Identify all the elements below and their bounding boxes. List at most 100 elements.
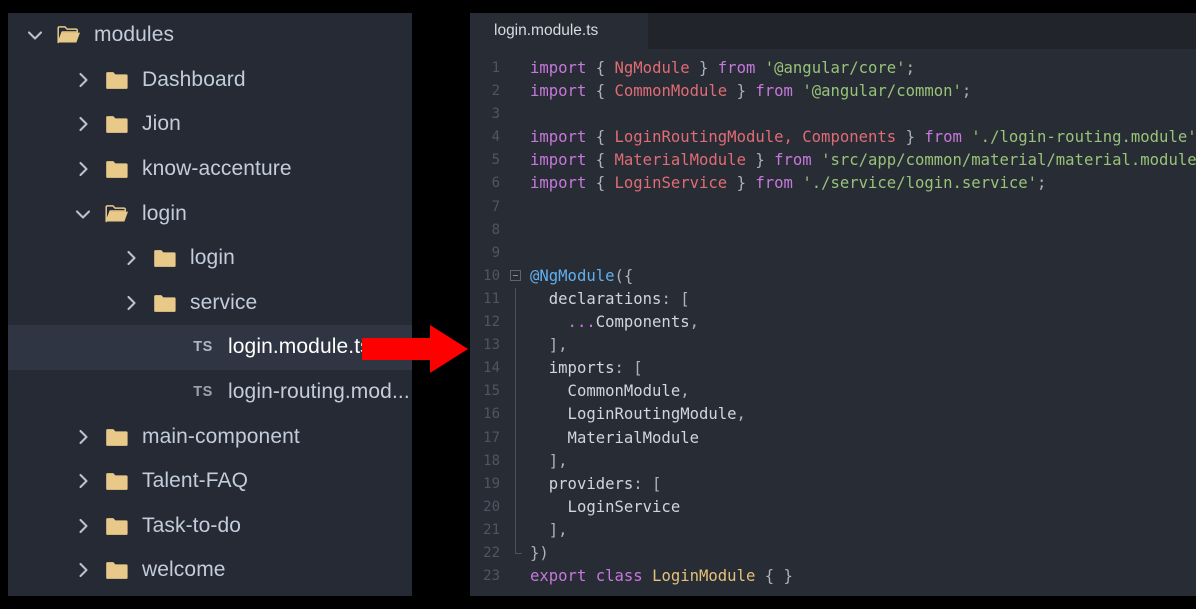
code-token: { [595, 151, 606, 170]
folder-closed-icon [104, 111, 130, 137]
code-line[interactable]: 13 ], [470, 334, 1196, 358]
code-line[interactable]: 18 ], [470, 449, 1196, 473]
code-fold-gutter [508, 565, 524, 588]
code-line[interactable]: 15 CommonModule, [470, 380, 1196, 404]
code-token: LoginService [530, 497, 681, 516]
folder-closed-icon [104, 156, 130, 182]
chevron-right-icon[interactable] [70, 557, 96, 583]
code-token: ({ [614, 266, 634, 285]
chevron-right-icon[interactable] [118, 245, 144, 271]
file-tree-item-folder[interactable]: main-component [8, 414, 412, 459]
code-line[interactable]: 14 imports: [ [470, 357, 1196, 381]
file-tree-item-file[interactable]: TS login.module.ts [8, 325, 412, 370]
code-line[interactable]: 19 providers: [ [470, 472, 1196, 496]
code-fold-gutter [508, 149, 524, 172]
folder-closed-icon [104, 67, 130, 93]
code-line[interactable]: 23 export class LoginModule { } [470, 565, 1196, 588]
line-number: 12 [483, 314, 500, 331]
chevron-down-icon[interactable] [22, 22, 48, 48]
chevron-right-icon[interactable] [70, 468, 96, 494]
code-line[interactable]: 9 [470, 242, 1196, 265]
code-fold-gutter [508, 172, 524, 195]
code-line[interactable]: 11 declarations: [ [470, 287, 1196, 312]
code-line[interactable]: 21 ], [470, 518, 1196, 542]
chevron-right-icon[interactable] [70, 111, 96, 137]
code-token: { [595, 174, 606, 193]
code-line[interactable]: 16 LoginRoutingModule, [470, 403, 1196, 427]
code-line[interactable]: 5 import { MaterialModule } from 'src/app… [470, 149, 1196, 172]
code-line[interactable]: 8 [470, 219, 1196, 242]
code-line-text: import { CommonModule } from '@angular/c… [524, 80, 971, 103]
file-tree-item-label: login-routing.mod... [228, 380, 410, 404]
code-content-area[interactable]: 1 import { NgModule } from '@angular/core… [470, 49, 1196, 596]
code-line-text: LoginService [524, 496, 681, 519]
folder-closed-icon [104, 468, 130, 494]
file-tree-item-folder[interactable]: modules [8, 13, 412, 58]
code-line[interactable]: 4 import { LoginRoutingModule, Components… [470, 126, 1196, 149]
code-token: Components [595, 313, 690, 332]
chevron-right-icon[interactable] [118, 290, 144, 316]
code-line[interactable]: 7 [470, 196, 1196, 219]
code-fold-gutter [508, 126, 524, 149]
code-line[interactable]: 3 [470, 103, 1196, 126]
file-tree-item-folder[interactable]: service [8, 281, 412, 326]
code-token: import [530, 59, 587, 77]
code-line[interactable]: 22}) [470, 541, 1196, 565]
code-token: imports [530, 359, 615, 378]
typescript-file-icon: TS [193, 384, 213, 401]
code-token: LoginRoutingModule, Components [614, 128, 897, 147]
folder-closed-icon [152, 245, 178, 271]
code-line-text: }) [524, 542, 549, 565]
file-tree-item-folder[interactable]: know-accenture [8, 147, 412, 192]
file-tree-item-folder[interactable]: login [8, 236, 412, 281]
code-line[interactable]: 2 import { CommonModule } from '@angular/… [470, 80, 1196, 103]
file-tree-item-folder[interactable]: Task-to-do [8, 504, 412, 549]
line-number: 23 [483, 568, 500, 585]
code-token: './login-routing.module' [971, 128, 1196, 147]
code-line[interactable]: 10 @NgModule({ [470, 265, 1196, 288]
line-number: 5 [491, 152, 500, 169]
file-explorer-panel[interactable]: modules Dashboard Jion know-accenture login l… [8, 13, 412, 596]
code-line[interactable]: 1 import { NgModule } from '@angular/core… [470, 57, 1196, 80]
code-token: LoginModule [652, 567, 756, 586]
file-tree-item-folder[interactable]: Talent-FAQ [8, 459, 412, 504]
code-line[interactable]: 20 LoginService [470, 495, 1196, 519]
chevron-right-icon[interactable] [70, 67, 96, 93]
code-line[interactable]: 6 import { LoginService } from './service… [470, 172, 1196, 195]
chevron-right-icon[interactable] [70, 156, 96, 182]
code-fold-guide [508, 518, 524, 542]
code-fold-guide [508, 287, 524, 312]
file-tree-item-folder[interactable]: welcome [8, 548, 412, 593]
code-token: @NgModule [530, 266, 615, 285]
file-tree-item-file[interactable]: TS login-routing.mod... [8, 370, 412, 415]
file-tree-item-folder[interactable]: Jion [8, 102, 412, 147]
code-line[interactable]: 12 ...Components, [470, 311, 1196, 335]
code-token: LoginService [614, 174, 728, 193]
code-fold-guide [508, 380, 524, 404]
chevron-right-icon[interactable] [70, 424, 96, 450]
code-token: import [530, 151, 587, 170]
file-tree-item-label: service [190, 290, 258, 314]
code-fold-toggle-icon[interactable] [508, 265, 524, 288]
chevron-right-icon[interactable] [70, 513, 96, 539]
code-token: ; [961, 82, 972, 101]
file-tree-item-folder[interactable]: Dashboard [8, 58, 412, 103]
editor-tab-bar[interactable]: login.module.ts [470, 13, 1196, 49]
code-token: CommonModule [614, 82, 728, 101]
editor-tab[interactable]: login.module.ts [470, 13, 648, 49]
chevron-down-icon[interactable] [70, 201, 96, 227]
file-tree-item-label: login [190, 246, 235, 270]
code-editor-panel[interactable]: login.module.ts 1 import { NgModule } fro… [470, 13, 1196, 596]
code-token: } [699, 59, 709, 77]
file-tree-item-folder[interactable]: login [8, 191, 412, 236]
code-line[interactable]: 17 MaterialModule [470, 426, 1196, 450]
code-token: { } [764, 567, 793, 586]
